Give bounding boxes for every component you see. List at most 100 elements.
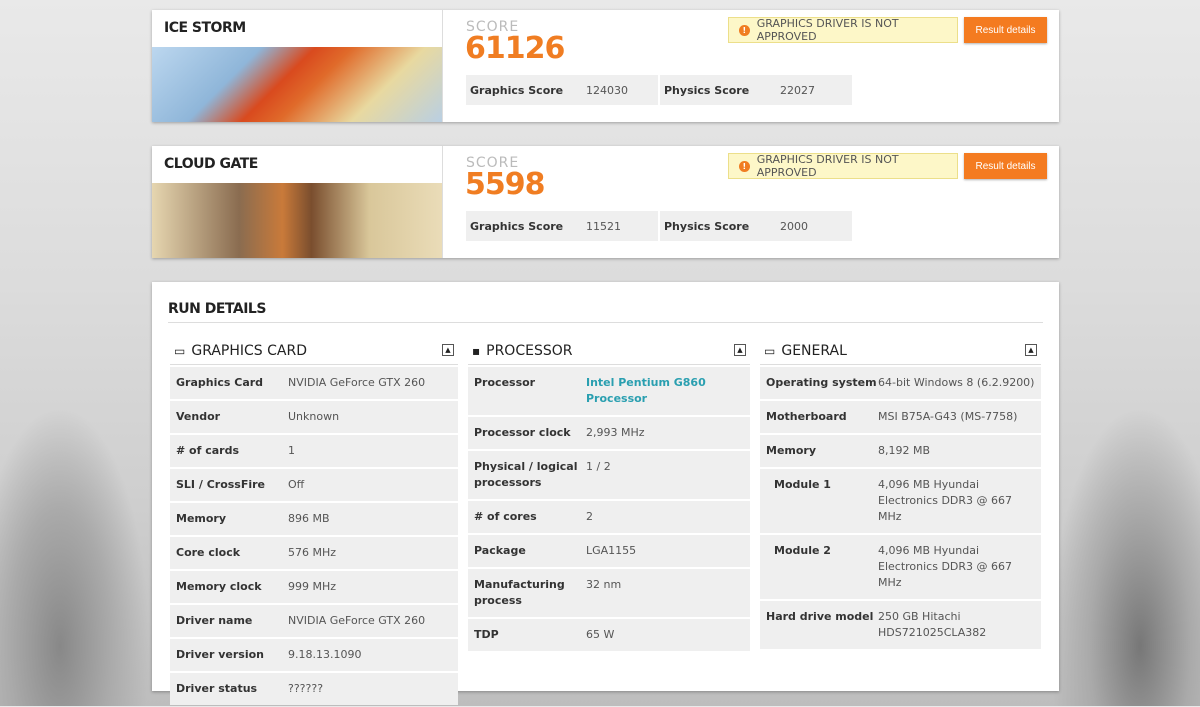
detail-row: Driver version 9.18.13.1090 xyxy=(170,639,458,671)
detail-label: Driver status xyxy=(176,682,258,695)
graphics-score-value: 124030 xyxy=(586,83,628,97)
benchmark-name: ICE STORM xyxy=(164,20,246,36)
section-title: GENERAL xyxy=(781,342,847,359)
detail-label: Package xyxy=(474,544,526,557)
detail-value[interactable]: Intel Pentium G860 Processor xyxy=(586,375,744,407)
physics-score: Physics Score 22027 xyxy=(660,75,852,105)
detail-value: NVIDIA GeForce GTX 260 xyxy=(288,376,426,389)
detail-label: Memory xyxy=(176,512,227,525)
detail-label: Module 2 xyxy=(774,544,831,557)
section-header: ▪ PROCESSOR ▲ xyxy=(468,337,750,365)
processor-section: ▪ PROCESSOR ▲ Processor Intel Pentium G860 P… xyxy=(468,337,750,653)
benchmark-card: CLOUD GATE SCORE 5598 Graphics Score 1152… xyxy=(152,146,1059,258)
score-value: 61126 xyxy=(465,31,565,66)
detail-value: 64-bit Windows 8 (6.2.9200) xyxy=(878,376,1035,389)
detail-value: 2,993 MHz xyxy=(586,426,645,439)
run-details-panel: RUN DETAILS ▭ GRAPHICS CARD ▲ Graphics Card… xyxy=(152,282,1059,705)
benchmark-card: ICE STORM SCORE 61126 Graphics Score 1240… xyxy=(152,10,1059,122)
collapse-toggle-icon[interactable]: ▲ xyxy=(1025,344,1037,356)
detail-value: LGA1155 xyxy=(586,544,637,557)
detail-label: Vendor xyxy=(176,410,221,423)
general-section: ▭ GENERAL ▲ Operating system 64-bit Windows … xyxy=(760,337,1041,651)
detail-row: Vendor Unknown xyxy=(170,401,458,433)
collapse-toggle-icon[interactable]: ▲ xyxy=(442,344,454,356)
detail-value: ?????? xyxy=(288,682,324,695)
detail-row: Processor clock 2,993 MHz xyxy=(468,417,750,449)
benchmark-image xyxy=(152,183,442,258)
physics-score-label: Physics Score xyxy=(664,219,750,233)
graphics-score-label: Graphics Score xyxy=(470,83,564,97)
section-title: GRAPHICS CARD xyxy=(191,342,308,359)
detail-value: 999 MHz xyxy=(288,580,337,593)
detail-value: 250 GB Hitachi HDS721025CLA382 xyxy=(878,610,987,639)
detail-label: Hard drive model xyxy=(766,610,874,623)
detail-label: Memory xyxy=(766,444,817,457)
detail-value: 8,192 MB xyxy=(878,444,931,457)
detail-row: Core clock 576 MHz xyxy=(170,537,458,569)
detail-label: Processor clock xyxy=(474,426,571,439)
run-details-title: RUN DETAILS xyxy=(168,301,266,317)
detail-row: TDP 65 W xyxy=(468,619,750,651)
result-details-button[interactable]: Result details xyxy=(964,17,1047,43)
graphics-score: Graphics Score 11521 xyxy=(466,211,658,241)
detail-value: Off xyxy=(288,478,305,491)
driver-warning-badge: ! GRAPHICS DRIVER IS NOT APPROVED xyxy=(728,153,958,179)
detail-label: TDP xyxy=(474,628,499,641)
detail-value: 2 xyxy=(586,510,593,523)
collapse-toggle-icon[interactable]: ▲ xyxy=(734,344,746,356)
detail-value: NVIDIA GeForce GTX 260 xyxy=(288,614,426,627)
detail-row: Graphics Card NVIDIA GeForce GTX 260 xyxy=(170,367,458,399)
result-details-button[interactable]: Result details xyxy=(964,153,1047,179)
physics-score-value: 2000 xyxy=(780,219,808,233)
score-value: 5598 xyxy=(465,167,545,202)
detail-label: SLI / CrossFire xyxy=(176,478,266,491)
detail-row: Operating system 64-bit Windows 8 (6.2.92… xyxy=(760,367,1041,399)
detail-label: Core clock xyxy=(176,546,241,559)
detail-row: Memory 896 MB xyxy=(170,503,458,535)
detail-label: Operating system xyxy=(766,376,877,389)
computer-icon: ▭ xyxy=(764,343,776,358)
detail-row: Processor Intel Pentium G860 Processor xyxy=(468,367,750,415)
detail-row: Module 2 4,096 MB Hyundai Electronics DDR… xyxy=(760,535,1041,599)
monitor-icon: ▭ xyxy=(174,343,186,358)
detail-row: # of cores 2 xyxy=(468,501,750,533)
section-header: ▭ GRAPHICS CARD ▲ xyxy=(170,337,458,365)
detail-value: 576 MHz xyxy=(288,546,337,559)
warning-icon: ! xyxy=(739,160,750,172)
detail-value: 65 W xyxy=(586,628,615,641)
detail-value: 9.18.13.1090 xyxy=(288,648,362,661)
detail-value: 1 xyxy=(288,444,295,457)
detail-label: Driver name xyxy=(176,614,253,627)
benchmark-thumbnail: CLOUD GATE xyxy=(152,146,443,258)
warning-text: GRAPHICS DRIVER IS NOT APPROVED xyxy=(756,153,899,179)
detail-value: 32 nm xyxy=(586,578,622,591)
detail-row: Manufacturing process 32 nm xyxy=(468,569,750,617)
detail-row: Package LGA1155 xyxy=(468,535,750,567)
benchmark-thumbnail: ICE STORM xyxy=(152,10,443,122)
warning-icon: ! xyxy=(739,24,750,36)
physics-score-label: Physics Score xyxy=(664,83,750,97)
graphics-score: Graphics Score 124030 xyxy=(466,75,658,105)
graphics-score-label: Graphics Score xyxy=(470,219,564,233)
detail-label: Motherboard xyxy=(766,410,847,423)
warning-text: GRAPHICS DRIVER IS NOT APPROVED xyxy=(756,17,899,43)
detail-label: Module 1 xyxy=(774,478,831,491)
benchmark-name: CLOUD GATE xyxy=(164,156,258,172)
detail-label: Physical / logical processors xyxy=(474,460,578,489)
detail-row: Driver name NVIDIA GeForce GTX 260 xyxy=(170,605,458,637)
detail-label: Memory clock xyxy=(176,580,262,593)
detail-label: Graphics Card xyxy=(176,376,264,389)
graphics-score-value: 11521 xyxy=(586,219,621,233)
detail-value: 896 MB xyxy=(288,512,330,525)
detail-row: Driver status?????? xyxy=(170,673,458,705)
detail-row: Memory 8,192 MB xyxy=(760,435,1041,467)
physics-score-value: 22027 xyxy=(780,83,815,97)
physics-score: Physics Score 2000 xyxy=(660,211,852,241)
detail-label: Processor xyxy=(474,376,536,389)
detail-label: Manufacturing process xyxy=(474,578,565,607)
cpu-icon: ▪ xyxy=(472,343,481,358)
benchmark-image xyxy=(152,47,442,122)
detail-value: MSI B75A-G43 (MS-7758) xyxy=(878,410,1018,423)
section-header: ▭ GENERAL ▲ xyxy=(760,337,1041,365)
detail-label: # of cards xyxy=(176,444,240,457)
